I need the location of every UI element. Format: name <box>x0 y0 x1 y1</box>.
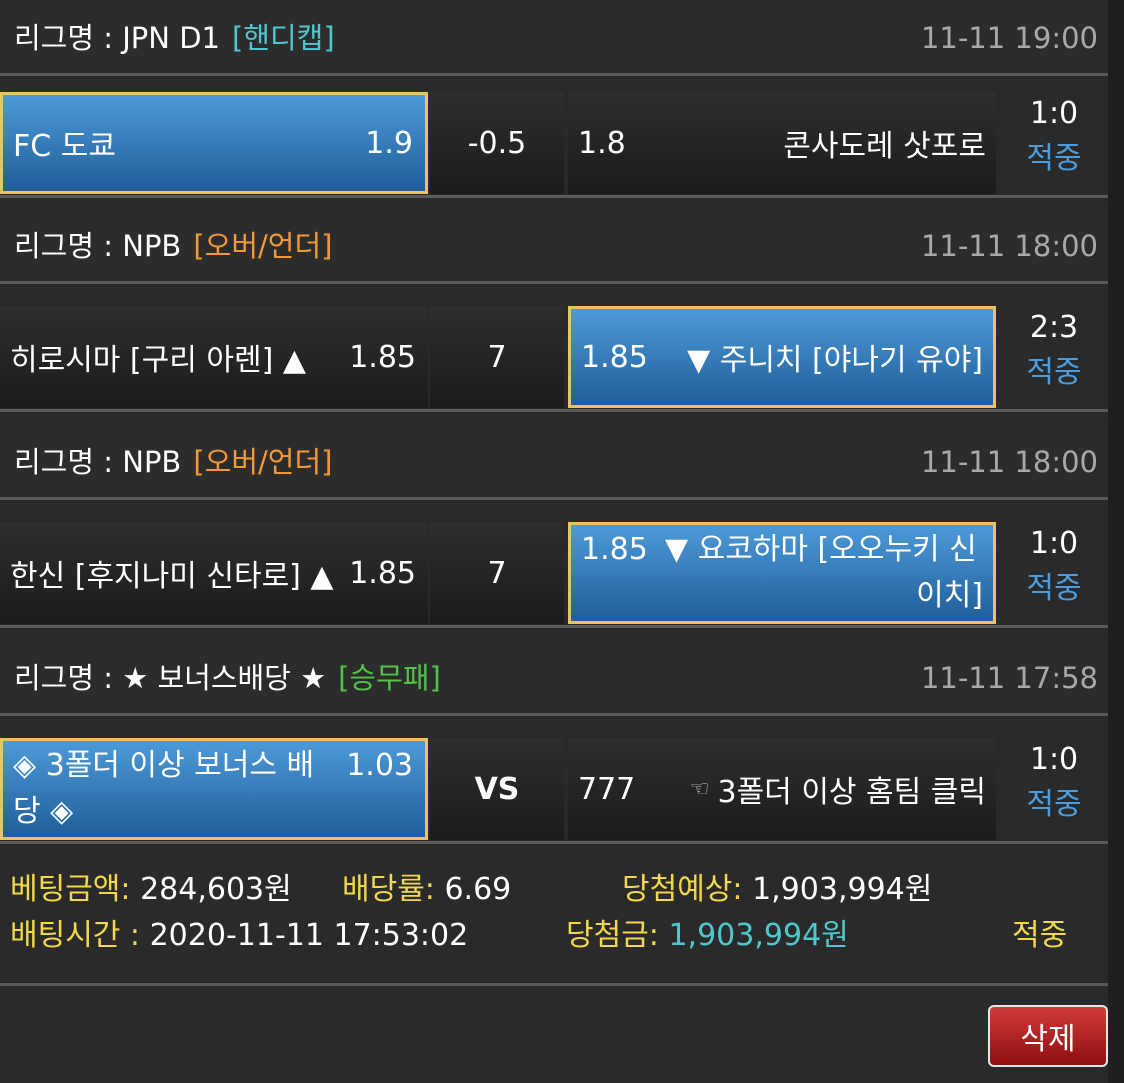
bet-type-label: [핸디캡] <box>231 21 335 55</box>
expected-win-label: 당첨예상: <box>622 872 743 907</box>
away-team-name-line1: ▼ 요코하마 [오오누키 신 <box>665 532 977 567</box>
match-score: 1:0 <box>1029 96 1079 131</box>
home-pick-button[interactable]: ◈ 3폴더 이상 보너스 배 당 ◈ 1.03 <box>0 738 428 840</box>
game-row: 히로시마 [구리 아렌] ▲ 1.85 7 1.85 ▼ 주니치 [야나기 유야… <box>0 302 1108 412</box>
league-header: 리그명 : NPB [오버/언더] 11-11 18:00 <box>0 208 1108 284</box>
result-cell: 1:0 적중 <box>1000 518 1108 628</box>
total-odds: 배당률: 6.69 <box>342 870 511 910</box>
vs-cell: VS <box>430 738 564 840</box>
bet-amount-label: 베팅금액: <box>10 872 131 907</box>
bet-type-label: [승무패] <box>338 661 441 695</box>
total-line-cell: 7 <box>430 522 564 624</box>
win-amount-label: 당첨금: <box>566 918 659 953</box>
bet-time: 배팅시간 : 2020-11-11 17:53:02 <box>10 916 468 956</box>
game-row: ◈ 3폴더 이상 보너스 배 당 ◈ 1.03 VS 777 ☜ 3폴더 이상 … <box>0 734 1108 844</box>
bet-result-status: 적중 <box>1012 918 1068 953</box>
home-pick-button[interactable]: FC 도쿄 1.9 <box>0 92 428 194</box>
league-name: 리그명 : JPN D1 [핸디캡] <box>14 21 335 55</box>
away-pick-button[interactable]: 1.85 ▼ 요코하마 [오오누키 신 이치] <box>568 522 996 624</box>
away-odds: 1.85 <box>581 339 648 375</box>
match-score: 1:0 <box>1029 742 1079 777</box>
home-odds: 1.85 <box>349 339 416 375</box>
result-status: 적중 <box>1026 571 1082 606</box>
scrollbar-track[interactable] <box>1108 0 1124 1083</box>
total-line-value: 7 <box>487 339 507 375</box>
total-line-value: 7 <box>487 555 507 591</box>
home-team-name-line1: ◈ 3폴더 이상 보너스 배 <box>13 748 315 783</box>
away-odds: 1.8 <box>578 125 626 161</box>
match-datetime: 11-11 18:00 <box>920 229 1098 263</box>
away-team-name: ▼ 주니치 [야나기 유야] <box>687 343 983 378</box>
game-row: 한신 [후지나미 신타로] ▲ 1.85 7 1.85 ▼ 요코하마 [오오누키… <box>0 518 1108 628</box>
away-odds: 777 <box>578 771 636 807</box>
home-team-name-line2: 당 ◈ <box>13 794 74 829</box>
bet-summary: 베팅금액: 284,603원 배당률: 6.69 당첨예상: 1,903,994… <box>0 846 1108 986</box>
expected-win: 당첨예상: 1,903,994원 <box>622 870 932 910</box>
handicap-cell: -0.5 <box>430 92 564 194</box>
bet-type-label: [오버/언더] <box>193 229 333 263</box>
bet-time-label: 배팅시간 : <box>10 918 141 953</box>
result-cell: 2:3 적중 <box>1000 302 1108 412</box>
total-odds-value: 6.69 <box>444 872 512 907</box>
away-pick-button[interactable]: 777 ☜ 3폴더 이상 홈팀 클릭 <box>568 738 996 840</box>
home-odds: 1.03 <box>346 748 413 783</box>
bet-history-panel: 리그명 : JPN D1 [핸디캡] 11-11 19:00 FC 도쿄 1.9 … <box>0 0 1108 1083</box>
match-datetime: 11-11 19:00 <box>920 21 1098 55</box>
result-status: 적중 <box>1026 787 1082 822</box>
win-amount: 당첨금: 1,903,994원 <box>566 916 849 956</box>
result-status: 적중 <box>1026 141 1082 176</box>
home-pick-button[interactable]: 히로시마 [구리 아렌] ▲ 1.85 <box>0 306 428 408</box>
bet-type-label: [오버/언더] <box>193 445 333 479</box>
expected-win-value: 1,903,994원 <box>752 872 933 907</box>
home-team-name: 한신 [후지나미 신타로] ▲ <box>10 559 334 594</box>
home-odds: 1.85 <box>349 555 416 591</box>
result-cell: 1:0 적중 <box>1000 88 1108 198</box>
home-team-name: 히로시마 [구리 아렌] ▲ <box>10 343 306 378</box>
delete-button[interactable]: 삭제 <box>988 1005 1108 1067</box>
away-team-name: 콘사도레 삿포로 <box>783 129 986 164</box>
home-odds: 1.9 <box>365 125 413 161</box>
match-score: 2:3 <box>1029 310 1079 345</box>
result-status: 적중 <box>1026 355 1082 390</box>
home-pick-button[interactable]: 한신 [후지나미 신타로] ▲ 1.85 <box>0 522 428 624</box>
pointing-hand-icon: ☜ <box>689 776 710 802</box>
league-name: 리그명 : NPB [오버/언더] <box>14 445 333 479</box>
home-team-name: FC 도쿄 <box>13 129 116 164</box>
result-cell: 1:0 적중 <box>1000 734 1108 844</box>
handicap-value: -0.5 <box>467 125 527 161</box>
vs-label: VS <box>474 771 520 807</box>
away-pick-button[interactable]: 1.85 ▼ 주니치 [야나기 유야] <box>568 306 996 408</box>
match-datetime: 11-11 17:58 <box>920 661 1098 695</box>
league-header: 리그명 : ★ 보너스배당 ★ [승무패] 11-11 17:58 <box>0 640 1108 716</box>
match-score: 1:0 <box>1029 526 1079 561</box>
win-amount-value: 1,903,994원 <box>668 918 849 953</box>
league-header: 리그명 : JPN D1 [핸디캡] 11-11 19:00 <box>0 0 1108 76</box>
away-odds: 1.85 <box>581 532 648 567</box>
total-line-cell: 7 <box>430 306 564 408</box>
bet-amount: 베팅금액: 284,603원 <box>10 870 292 910</box>
game-row: FC 도쿄 1.9 -0.5 1.8 콘사도레 삿포로 1:0 적중 <box>0 88 1108 198</box>
bet-amount-value: 284,603원 <box>140 872 292 907</box>
away-team-name: ☜ 3폴더 이상 홈팀 클릭 <box>689 775 986 810</box>
bet-time-value: 2020-11-11 17:53:02 <box>149 918 469 953</box>
match-datetime: 11-11 18:00 <box>920 445 1098 479</box>
league-name: 리그명 : ★ 보너스배당 ★ [승무패] <box>14 661 441 695</box>
away-pick-button[interactable]: 1.8 콘사도레 삿포로 <box>568 92 996 194</box>
league-header: 리그명 : NPB [오버/언더] 11-11 18:00 <box>0 424 1108 500</box>
away-team-name-line2: 이치] <box>916 578 983 613</box>
league-name: 리그명 : NPB [오버/언더] <box>14 229 333 263</box>
total-odds-label: 배당률: <box>342 872 435 907</box>
